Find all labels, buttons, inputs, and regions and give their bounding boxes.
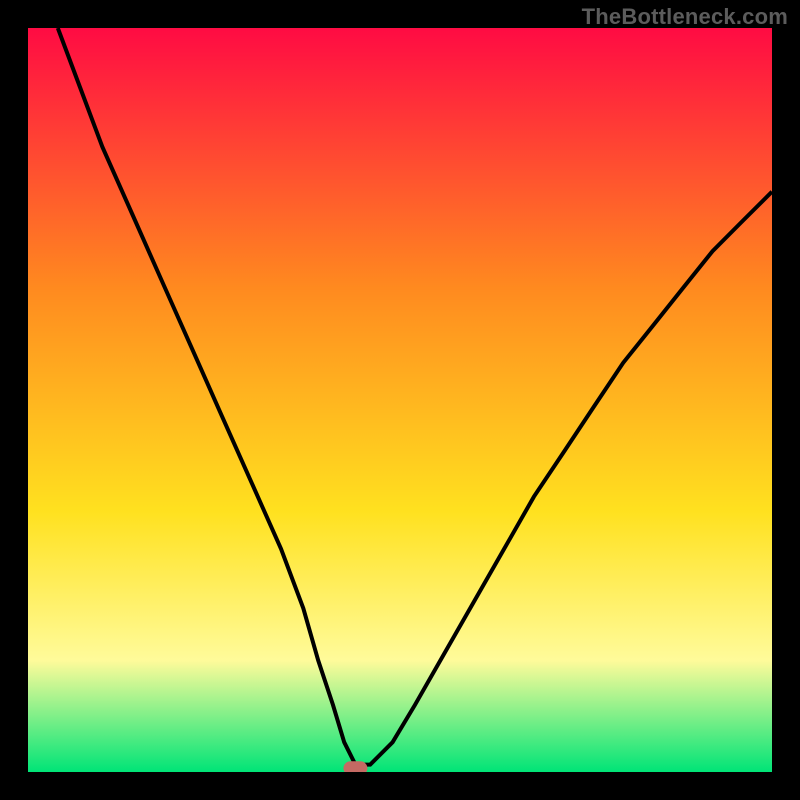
bottleneck-chart bbox=[28, 28, 772, 772]
plot-area bbox=[28, 28, 772, 772]
chart-frame: TheBottleneck.com bbox=[0, 0, 800, 800]
gradient-background bbox=[28, 28, 772, 772]
watermark-text: TheBottleneck.com bbox=[582, 4, 788, 30]
optimal-point-marker bbox=[343, 761, 367, 772]
